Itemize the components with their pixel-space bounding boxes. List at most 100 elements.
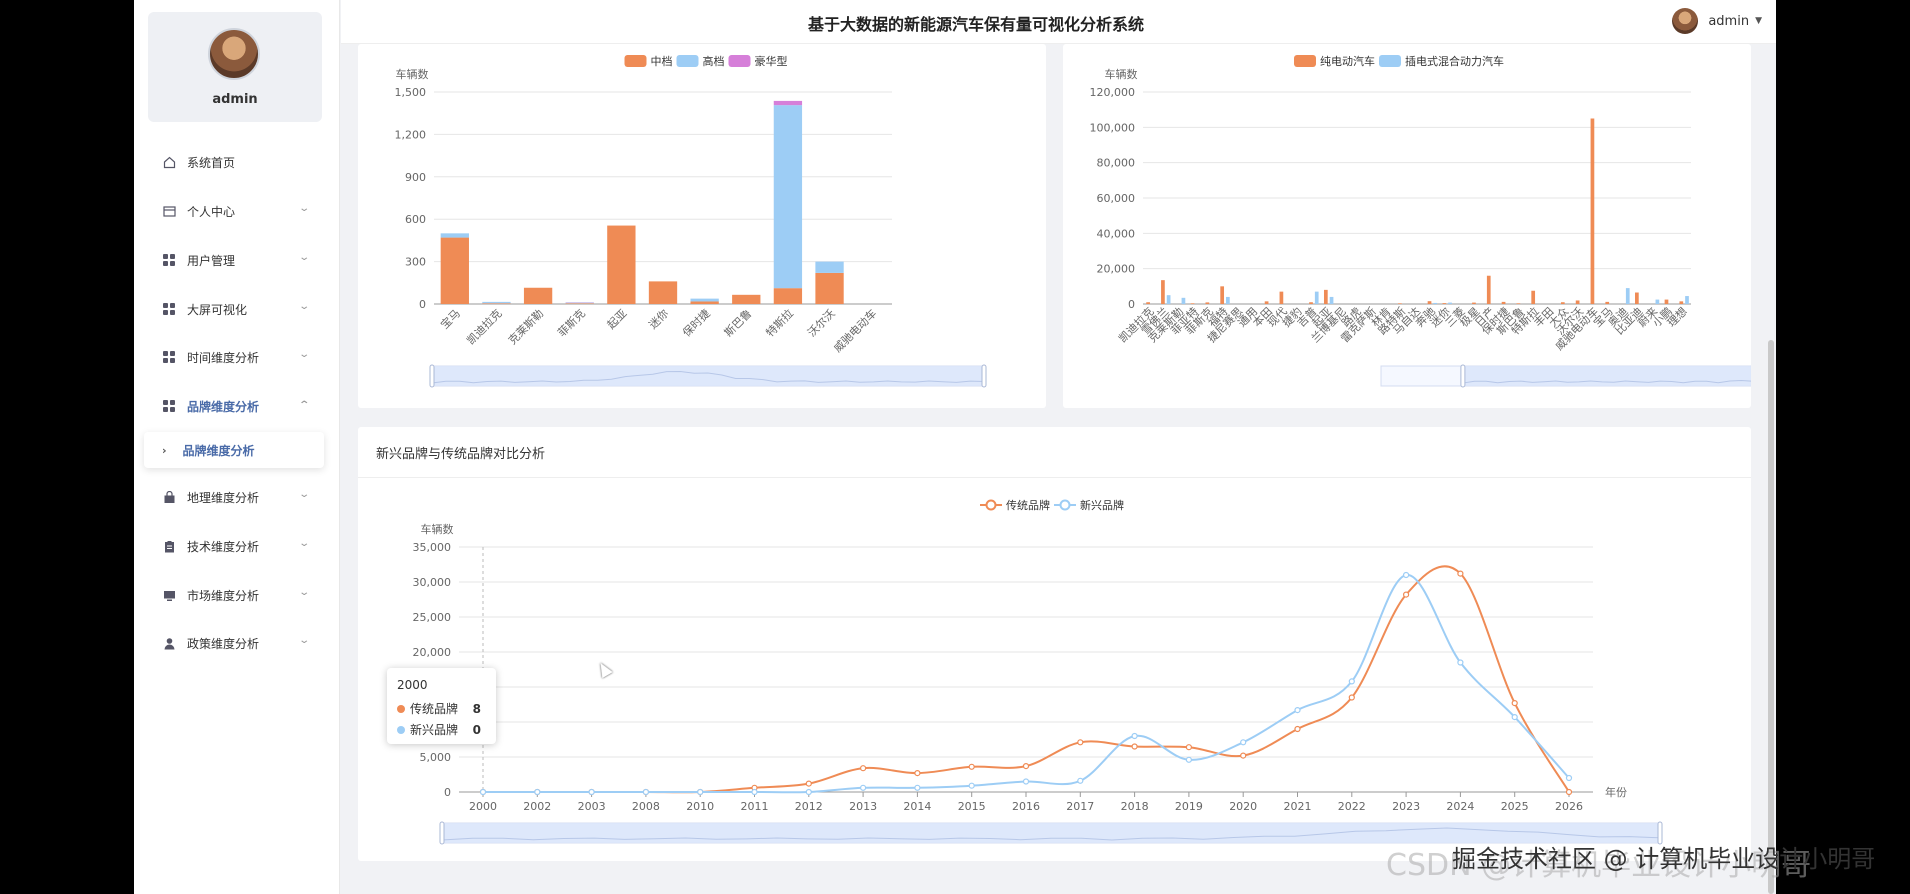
bar bbox=[1442, 303, 1447, 304]
tooltip-value: 0 bbox=[472, 722, 481, 737]
data-point bbox=[751, 788, 758, 796]
data-point bbox=[1131, 732, 1138, 740]
series-line bbox=[483, 574, 1570, 794]
x-tick-label: 2018 bbox=[1121, 800, 1149, 813]
bar bbox=[773, 100, 803, 106]
legend-marker-icon bbox=[985, 499, 997, 511]
sidebar-item-bigscreen[interactable]: 大屏可视化 ⌄ bbox=[134, 287, 340, 331]
x-tick-label: 2003 bbox=[578, 800, 606, 813]
user-menu[interactable]: admin ▼ bbox=[1672, 8, 1762, 34]
sidebar-item-time[interactable]: 时间维度分析 ⌄ bbox=[134, 335, 340, 379]
x-tick-label: 沃尔沃 bbox=[805, 307, 838, 340]
chevron-down-icon: ⌄ bbox=[297, 301, 310, 312]
sidebar-item-geo[interactable]: 地理维度分析 ⌄ bbox=[134, 475, 340, 519]
sidebar-item-label: 地理维度分析 bbox=[187, 490, 260, 505]
vertical-scrollbar[interactable] bbox=[1768, 340, 1774, 894]
submenu-item-brand[interactable]: › 品牌维度分析 bbox=[144, 432, 324, 468]
bar bbox=[565, 302, 594, 304]
data-point bbox=[1511, 700, 1518, 707]
x-tick-label: 2002 bbox=[523, 800, 551, 813]
bar bbox=[1560, 302, 1565, 304]
bar bbox=[482, 303, 511, 304]
series-line bbox=[482, 565, 1570, 794]
sidebar-item-market[interactable]: 市场维度分析 ⌄ bbox=[134, 573, 340, 617]
bar bbox=[565, 303, 594, 304]
data-point bbox=[1402, 571, 1410, 579]
sidebar-item-label: 个人中心 bbox=[187, 204, 236, 219]
bar bbox=[1448, 302, 1452, 304]
datazoom-handle-right bbox=[981, 364, 987, 388]
data-point bbox=[1077, 777, 1084, 784]
bar bbox=[1264, 301, 1269, 304]
legend-swatch-icon bbox=[728, 55, 751, 67]
legend-label: 传统品牌 bbox=[1006, 498, 1050, 512]
y-tick-label: 60,000 bbox=[1097, 192, 1136, 205]
chevron-down-icon: ⌄ bbox=[297, 349, 310, 360]
avatar[interactable] bbox=[208, 28, 260, 80]
sidebar-item-label: 大屏可视化 bbox=[187, 302, 248, 317]
brand-energy-chart: 纯电动汽车 插电式混合动力汽车 0 20,000 40,000 60,000 80,000 1… bbox=[1090, 54, 1776, 388]
tooltip-row: 新兴品牌 0 bbox=[397, 721, 489, 738]
sidebar-item-home[interactable]: 系统首页 bbox=[134, 140, 340, 184]
bar bbox=[1323, 289, 1328, 304]
tooltip-series-name: 新兴品牌 bbox=[410, 723, 459, 737]
x-tick-label: 菲斯克 bbox=[555, 307, 588, 340]
bar bbox=[1226, 296, 1230, 304]
data-point bbox=[1185, 756, 1193, 763]
app-title: 基于大数据的新能源汽车保有量可视化分析系统 bbox=[807, 15, 1144, 34]
top-bar: 基于大数据的新能源汽车保有量可视化分析系统 admin ▼ bbox=[341, 0, 1776, 44]
legend-dot-icon bbox=[397, 725, 405, 734]
sidebar-user-name: admin bbox=[212, 92, 258, 107]
bar bbox=[1472, 302, 1476, 304]
sidebar-item-label: 系统首页 bbox=[187, 155, 236, 170]
bar bbox=[1605, 301, 1610, 304]
bar bbox=[523, 287, 553, 304]
sidebar-item-tech[interactable]: 技术维度分析 ⌄ bbox=[134, 524, 340, 568]
sidebar-item-users[interactable]: 用户管理 ⌄ bbox=[134, 238, 340, 282]
sidebar-item-policy[interactable]: 政策维度分析 ⌄ bbox=[134, 621, 340, 665]
bar bbox=[1575, 300, 1580, 304]
data-point bbox=[1294, 707, 1301, 714]
user-card: admin bbox=[148, 12, 322, 122]
person-icon bbox=[162, 636, 176, 650]
x-tick-label: 斯巴鲁 bbox=[721, 306, 754, 339]
brand-compare-panel: 新兴品牌与传统品牌对比分析 传统品牌新兴品牌05,00010,00015,000… bbox=[358, 427, 1751, 861]
x-tick-label: 凯迪拉克 bbox=[464, 306, 505, 347]
legend-label: 豪华型 bbox=[755, 54, 788, 68]
data-point bbox=[1022, 778, 1030, 785]
watermark-line2: 掘金技术社区 @ 计算机毕业设计小明哥 bbox=[1452, 845, 1876, 873]
sidebar-item-label: 政策维度分析 bbox=[187, 636, 260, 651]
x-tick-label: 克莱斯勒 bbox=[506, 307, 546, 347]
bar bbox=[1655, 299, 1660, 304]
bar bbox=[815, 261, 844, 273]
bar bbox=[1166, 295, 1171, 304]
bar bbox=[1279, 291, 1284, 304]
bar bbox=[773, 105, 803, 289]
y-tick-label: 40,000 bbox=[1097, 227, 1136, 240]
data-point bbox=[1077, 739, 1084, 746]
bar bbox=[1146, 302, 1150, 304]
bar bbox=[773, 288, 803, 304]
sidebar-item-brand[interactable]: 品牌维度分析 ⌃ bbox=[134, 384, 340, 428]
divider bbox=[358, 477, 1751, 478]
bar bbox=[1398, 303, 1402, 304]
x-tick-label: 2008 bbox=[632, 800, 660, 813]
datazoom-handle-left bbox=[439, 821, 445, 845]
chevron-up-icon: ⌃ bbox=[297, 400, 310, 411]
bar bbox=[690, 301, 719, 304]
bar bbox=[607, 225, 636, 304]
datazoom-handle-left bbox=[1460, 364, 1466, 388]
x-tick-label: 2016 bbox=[1012, 800, 1040, 813]
sidebar-item-personal[interactable]: 个人中心 ⌄ bbox=[134, 189, 340, 233]
chevron-down-icon: ⌄ bbox=[297, 489, 310, 500]
app-window: admin 系统首页 个人中心 ⌄ 用户管理 ⌄ 大屏可视化 ⌄ 时间维度分析 … bbox=[134, 0, 1776, 894]
grid-icon bbox=[162, 253, 176, 267]
x-tick-label: 迷你 bbox=[646, 307, 671, 332]
clipboard-icon bbox=[162, 539, 176, 553]
x-tick-label: 2025 bbox=[1501, 800, 1529, 813]
bar bbox=[690, 298, 719, 302]
legend-label: 新兴品牌 bbox=[1080, 498, 1124, 512]
brand-energy-panel: 纯电动汽车 插电式混合动力汽车 0 20,000 40,000 60,000 80,000 1… bbox=[1063, 44, 1776, 408]
data-point bbox=[1294, 725, 1301, 733]
data-point bbox=[1457, 659, 1464, 666]
